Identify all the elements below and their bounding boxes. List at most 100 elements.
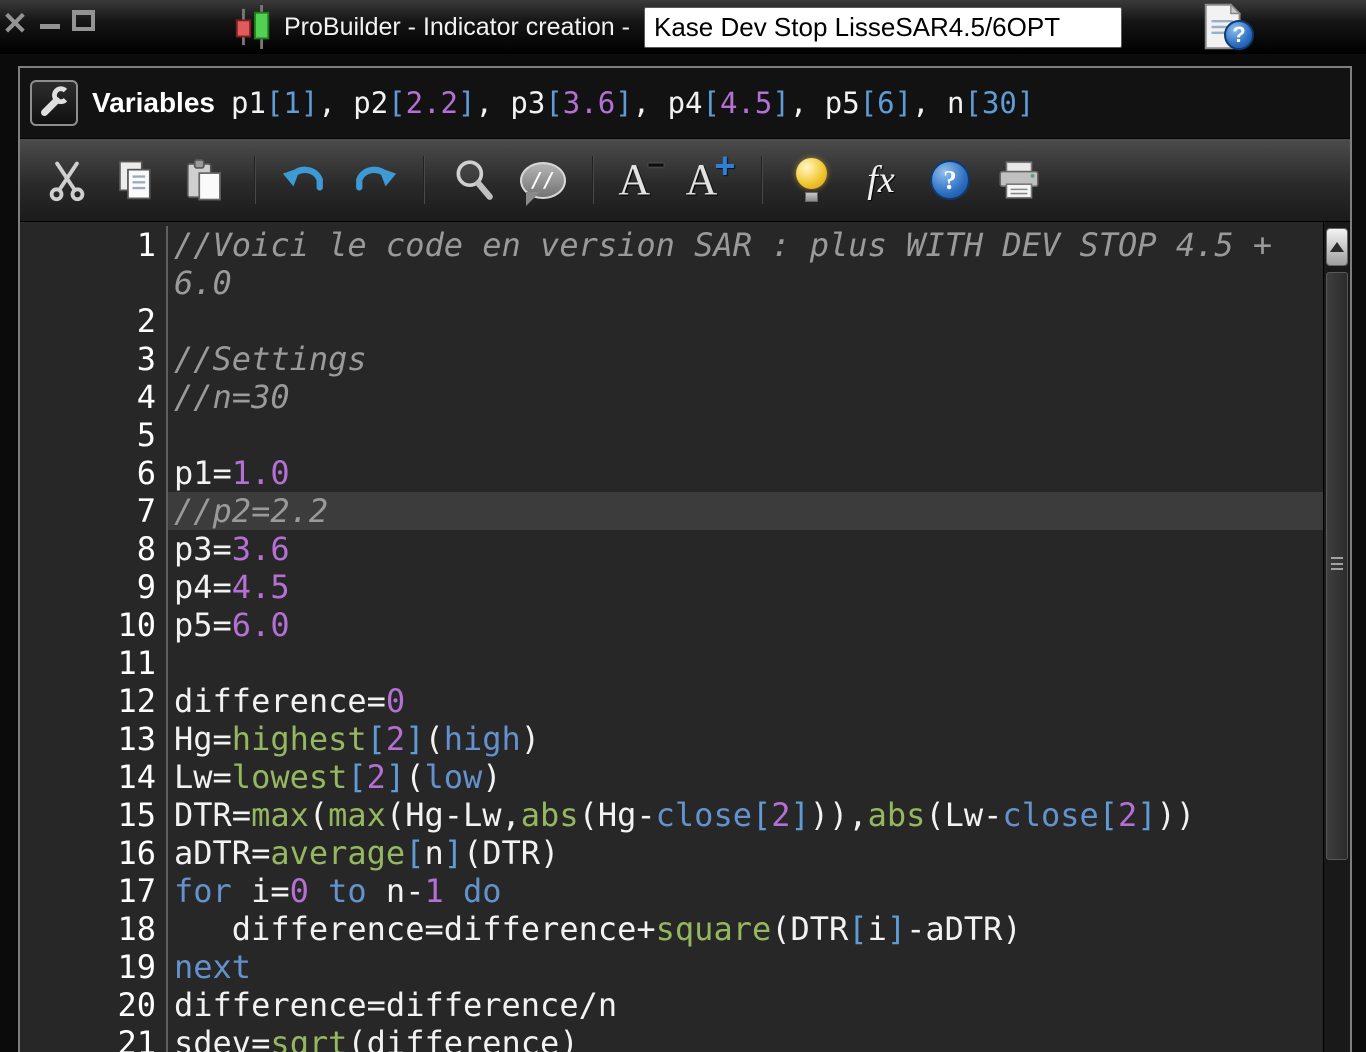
code-line[interactable]: 14 Lw=lowest[2](low) [20, 758, 1323, 796]
line-number: 9 [20, 568, 168, 606]
documentation-help-button[interactable]: ? [1198, 1, 1258, 53]
line-number: 8 [20, 530, 168, 568]
redo-icon [356, 166, 397, 191]
line-number: 1 [20, 226, 168, 302]
font-increase-icon: A [685, 155, 718, 204]
search-icon [456, 160, 493, 200]
code-text[interactable]: //n=30 [168, 378, 1323, 416]
line-number: 14 [20, 758, 168, 796]
code-text[interactable]: next [168, 948, 1323, 986]
code-line[interactable]: 10 p5=6.0 [20, 606, 1323, 644]
close-button[interactable]: ✕ [2, 6, 28, 42]
scroll-up-button[interactable] [1326, 228, 1348, 266]
line-number: 19 [20, 948, 168, 986]
toolbar-separator [423, 156, 425, 204]
code-text[interactable]: Lw=lowest[2](low) [168, 758, 1323, 796]
code-line[interactable]: 11 [20, 644, 1323, 682]
search-button[interactable] [445, 148, 503, 212]
scrollbar-grip-icon [1331, 557, 1343, 570]
code-text[interactable]: difference=difference/n [168, 986, 1323, 1024]
code-line[interactable]: 7//p2=2.2 [20, 492, 1323, 530]
code-line[interactable]: 3//Settings [20, 340, 1323, 378]
code-text[interactable]: for i=0 to n-1 do [168, 872, 1323, 910]
maximize-button[interactable] [72, 10, 95, 31]
variable-value: 4.5 [719, 86, 773, 120]
font-decrease-button[interactable]: A − [614, 148, 672, 212]
code-text[interactable] [168, 302, 1323, 340]
line-number: 17 [20, 872, 168, 910]
code-text[interactable]: p5=6.0 [168, 606, 1323, 644]
code-line[interactable]: 21 sdev=sqrt(difference) [20, 1024, 1323, 1052]
code-text[interactable]: p1=1.0 [168, 454, 1323, 492]
code-line[interactable]: 19 next [20, 948, 1323, 986]
code-text[interactable] [168, 416, 1323, 454]
editor-scrollbar[interactable] [1323, 222, 1350, 1052]
redo-button[interactable] [345, 148, 403, 212]
font-increase-button[interactable]: A + [683, 148, 741, 212]
help-icon: ? [930, 160, 970, 200]
line-number: 13 [20, 720, 168, 758]
code-editor[interactable]: 1//Voici le code en version SAR : plus W… [20, 222, 1350, 1052]
code-text[interactable]: //Voici le code en version SAR : plus WI… [168, 226, 1323, 302]
code-line[interactable]: 5 [20, 416, 1323, 454]
code-line[interactable]: 2 [20, 302, 1323, 340]
code-text[interactable]: DTR=max(max(Hg-Lw,abs(Hg-close[2])),abs(… [168, 796, 1323, 834]
code-text[interactable]: difference=difference+square(DTR[i]-aDTR… [168, 910, 1323, 948]
code-text[interactable]: p4=4.5 [168, 568, 1323, 606]
minimize-button[interactable] [40, 24, 60, 29]
code-text[interactable]: aDTR=average[n](DTR) [168, 834, 1323, 872]
lightbulb-icon [796, 158, 828, 202]
variables-settings-button[interactable] [30, 80, 78, 126]
print-button[interactable] [990, 148, 1048, 212]
code-line[interactable]: 6 p1=1.0 [20, 454, 1323, 492]
code-text[interactable]: //Settings [168, 340, 1323, 378]
variables-label: Variables [92, 87, 215, 118]
cut-button[interactable] [38, 148, 96, 212]
code-line[interactable]: 13 Hg=highest[2](high) [20, 720, 1323, 758]
variable-name: n [947, 86, 965, 120]
code-line[interactable]: 16 aDTR=average[n](DTR) [20, 834, 1323, 872]
undo-button[interactable] [276, 148, 334, 212]
indicator-name-input[interactable] [643, 6, 1122, 48]
line-number: 21 [20, 1024, 168, 1052]
hint-button[interactable] [783, 148, 841, 212]
code-line[interactable]: 18 difference=difference+square(DTR[i]-a… [20, 910, 1323, 948]
insert-function-button[interactable]: fx [852, 148, 910, 212]
cut-icon [49, 161, 85, 202]
toolbar-separator [592, 156, 594, 204]
scrollbar-thumb[interactable] [1326, 272, 1348, 860]
up-arrow-icon [1330, 242, 1344, 252]
code-line[interactable]: 4//n=30 [20, 378, 1323, 416]
variable-name: p3 [510, 86, 546, 120]
font-decrease-icon: A [618, 155, 651, 204]
line-number: 11 [20, 644, 168, 682]
paste-button[interactable] [176, 148, 234, 212]
comment-button[interactable]: // [514, 148, 572, 212]
code-lines: 1//Voici le code en version SAR : plus W… [20, 226, 1323, 1052]
code-text[interactable]: difference=0 [168, 682, 1323, 720]
code-line[interactable]: 12 difference=0 [20, 682, 1323, 720]
line-number: 2 [20, 302, 168, 340]
help-button[interactable]: ? [921, 148, 979, 212]
main-panel: Variables p1[1], p2[2.2], p3[3.6], p4[4.… [18, 66, 1352, 1052]
line-number: 12 [20, 682, 168, 720]
code-line[interactable]: 8 p3=3.6 [20, 530, 1323, 568]
code-line[interactable]: 15 DTR=max(max(Hg-Lw,abs(Hg-close[2])),ab… [20, 796, 1323, 834]
code-line[interactable]: 9 p4=4.5 [20, 568, 1323, 606]
titlebar[interactable]: ✕ ProBuilder - Indicator creation - ? [0, 0, 1366, 54]
copy-button[interactable] [107, 148, 165, 212]
variable-name: p5 [824, 86, 860, 120]
code-line[interactable]: 1//Voici le code en version SAR : plus W… [20, 226, 1323, 302]
candlestick-chart-icon [232, 5, 274, 49]
code-text[interactable] [168, 644, 1323, 682]
variable-value: 1 [283, 86, 301, 120]
code-line[interactable]: 17 for i=0 to n-1 do [20, 872, 1323, 910]
code-text[interactable]: p3=3.6 [168, 530, 1323, 568]
code-text[interactable]: //p2=2.2 [168, 492, 1323, 530]
line-number: 5 [20, 416, 168, 454]
variables-list: p1[1], p2[2.2], p3[3.6], p4[4.5], p5[6],… [230, 86, 1035, 120]
code-text[interactable]: sdev=sqrt(difference) [168, 1024, 1323, 1052]
code-line[interactable]: 20 difference=difference/n [20, 986, 1323, 1024]
line-number: 10 [20, 606, 168, 644]
code-text[interactable]: Hg=highest[2](high) [168, 720, 1323, 758]
